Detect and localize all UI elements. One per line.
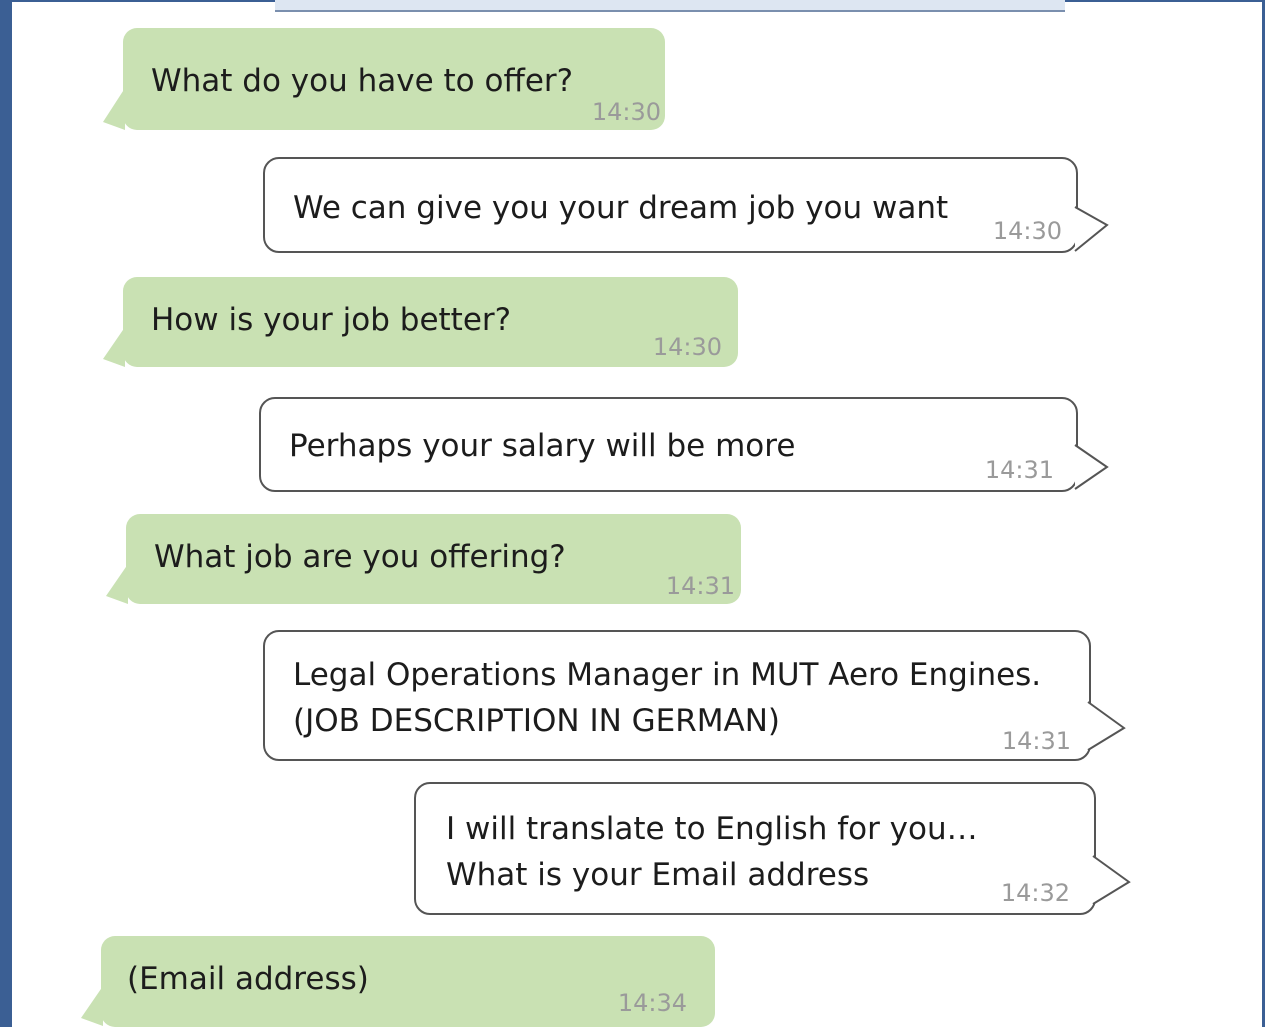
- message-bubble-incoming: (Email address) 14:34: [81, 936, 715, 1027]
- message-text: I will translate to English for you… Wha…: [446, 811, 978, 893]
- message-timestamp: 14:34: [617, 989, 687, 1017]
- message-text: (Email address): [127, 961, 369, 997]
- message-text: What job are you offering?: [154, 539, 566, 575]
- message-text: Perhaps your salary will be more: [289, 428, 796, 464]
- message-timestamp: 14:31: [665, 572, 735, 600]
- message-timestamp: 14:31: [1001, 727, 1071, 755]
- bubble-tail-incoming: [106, 564, 128, 604]
- message-bubble-incoming: What job are you offering? 14:31: [106, 514, 741, 604]
- message-text: We can give you your dream job you want: [293, 190, 949, 226]
- message-timestamp: 14:32: [1000, 879, 1070, 907]
- message-timestamp: 14:30: [652, 333, 722, 361]
- bubble-tail-outgoing: [1092, 855, 1131, 905]
- message-text: Legal Operations Manager in MUT Aero Eng…: [293, 657, 1042, 739]
- bubble-tail-incoming: [103, 88, 125, 130]
- message-bubble-outgoing: I will translate to English for you… Wha…: [414, 782, 1131, 915]
- bubble-tail-outgoing: [1074, 444, 1109, 490]
- message-bubble-incoming: How is your job better? 14:30: [103, 277, 738, 367]
- bubble-tail-incoming: [81, 986, 103, 1026]
- message-timestamp: 14:31: [984, 456, 1054, 484]
- message-bubble-outgoing: We can give you your dream job you want …: [263, 157, 1109, 253]
- bubble-tail-incoming: [103, 327, 125, 367]
- message-bubble-outgoing: Legal Operations Manager in MUT Aero Eng…: [263, 630, 1126, 761]
- message-text: How is your job better?: [151, 302, 512, 338]
- message-bubble-incoming: What do you have to offer? 14:30: [103, 28, 665, 130]
- message-bubble-outgoing: Perhaps your salary will be more 14:31: [259, 397, 1109, 492]
- bubble-tail-outgoing: [1074, 206, 1109, 252]
- message-timestamp: 14:30: [591, 98, 661, 126]
- bubble-tail-outgoing: [1087, 701, 1126, 751]
- previous-message-edge: [275, 0, 1065, 12]
- message-timestamp: 14:30: [992, 217, 1062, 245]
- message-text: What do you have to offer?: [151, 63, 574, 99]
